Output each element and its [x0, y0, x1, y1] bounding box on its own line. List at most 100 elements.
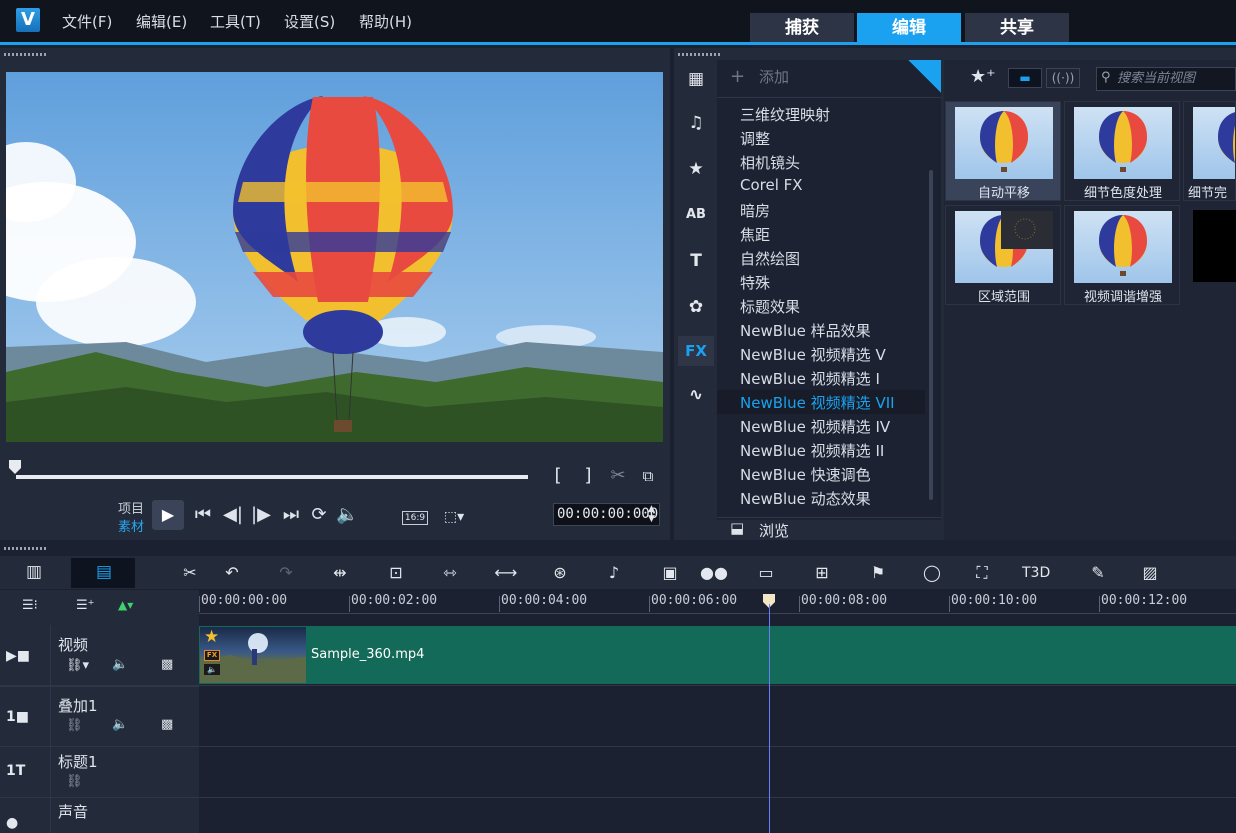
scrub-handle[interactable] [9, 459, 21, 474]
title-icon[interactable]: T [678, 246, 714, 276]
scissors-icon[interactable]: ✂ [606, 464, 630, 488]
link-icon[interactable]: ⛓ [66, 718, 83, 733]
tab-capture[interactable]: 捕获 [750, 13, 854, 43]
menu-file[interactable]: 文件(F) [62, 11, 112, 32]
timecode-field[interactable]: 00:00:00:000 [553, 503, 660, 526]
paint-icon[interactable]: ✎ [1084, 562, 1112, 584]
scrub-bar[interactable] [16, 475, 528, 479]
go-to-start-button[interactable]: ⏮ [192, 503, 214, 527]
panel-grip[interactable] [678, 53, 722, 56]
ripple-edit-icon[interactable]: ▩ [161, 717, 173, 732]
effect-thumbnail[interactable]: 视频调谐增强 [1064, 205, 1180, 305]
category-item[interactable]: Corel FX [740, 176, 803, 194]
multi-camera-icon[interactable]: ▣ [656, 562, 684, 584]
tab-share[interactable]: 共享 [965, 13, 1069, 43]
timecode-stepper[interactable]: ▲ ▼ [648, 504, 655, 524]
panel-grip[interactable] [4, 53, 48, 56]
redo-icon[interactable]: ↷ [272, 562, 300, 584]
link-icon[interactable]: ⛓ [66, 774, 83, 789]
3d-title-icon[interactable]: T3D [1022, 562, 1050, 584]
transition-icon[interactable]: AB [678, 200, 714, 230]
undo-icon[interactable]: ↶ [218, 562, 246, 584]
effect-thumbnail[interactable]: 细节完 [1183, 101, 1236, 201]
project-mode-label[interactable]: 项目 [96, 498, 144, 517]
category-item[interactable]: 焦距 [740, 224, 770, 245]
menu-tools[interactable]: 工具(T) [210, 11, 261, 32]
video-track-icon[interactable]: ▶■ [6, 648, 30, 664]
track-manager-icon[interactable]: ☰⁝ [22, 598, 38, 613]
menu-help[interactable]: 帮助(H) [359, 11, 412, 32]
add-favorite-icon[interactable]: ★⁺ [970, 66, 996, 87]
fit-project-icon[interactable]: ⇹ [326, 562, 354, 584]
category-item[interactable]: 标题效果 [740, 296, 800, 317]
pin-icon[interactable] [908, 60, 941, 93]
category-item[interactable]: 特殊 [740, 272, 770, 293]
volume-icon[interactable]: 🔈 [336, 503, 358, 527]
overlay-track-icon[interactable]: 1■ [6, 709, 29, 725]
effect-thumbnail-black[interactable] [1193, 210, 1236, 282]
browse-icon[interactable]: ⬓ [730, 519, 744, 537]
tab-edit[interactable]: 编辑 [857, 13, 961, 43]
enlarge-preview-icon[interactable]: ⧉ [636, 464, 660, 488]
mark-out-icon[interactable]: ] [578, 464, 598, 488]
mute-icon[interactable]: 🔈 [112, 657, 128, 672]
pan-zoom-icon[interactable]: ⛶ [968, 562, 996, 584]
subtitle-editor-icon[interactable]: ▭ [752, 562, 780, 584]
aspect-ratio-button[interactable]: 16:9 [402, 511, 428, 525]
effect-thumbnail[interactable]: 细节色度处理 [1064, 101, 1180, 201]
category-item[interactable]: NewBlue 视频精选 IV [740, 416, 890, 437]
add-track-icon[interactable]: ☰⁺ [76, 598, 95, 613]
tools-icon[interactable]: ✂ [176, 562, 204, 584]
fit-window-icon[interactable]: ⊡ [382, 562, 410, 584]
freeze-frame-icon[interactable]: ▨ [1136, 562, 1164, 584]
split-screen-icon[interactable]: ⊞ [808, 562, 836, 584]
instant-project-icon[interactable]: ★ [678, 154, 714, 184]
clip-mode-label[interactable]: 素材 [96, 516, 144, 535]
filter-fx-icon[interactable]: FX [678, 336, 714, 366]
category-item[interactable]: NewBlue 视频精选 II [740, 440, 884, 461]
next-frame-button[interactable]: |▶ [250, 503, 272, 527]
effect-thumbnail[interactable]: 区域范围 [945, 205, 1061, 305]
audio-icon[interactable]: ♫ [678, 108, 714, 138]
chapter-marker-icon[interactable]: ▲▾ [118, 598, 133, 612]
add-icon[interactable]: + [730, 66, 745, 87]
menu-settings[interactable]: 设置(S) [284, 11, 335, 32]
voice-track-icon[interactable]: ● [6, 815, 18, 831]
previous-frame-button[interactable]: ◀| [222, 503, 244, 527]
browse-label[interactable]: 浏览 [759, 520, 789, 541]
graphics-icon[interactable]: ✿ [678, 292, 714, 322]
audio-filter-toggle-icon[interactable]: ((·)) [1046, 68, 1080, 88]
crop-select-icon[interactable]: ⬚▾ [440, 505, 468, 529]
timeline-view-icon[interactable]: ▤ [90, 562, 118, 584]
playhead-line[interactable] [769, 604, 770, 833]
category-item[interactable]: 调整 [740, 128, 770, 149]
category-item[interactable]: 相机镜头 [740, 152, 800, 173]
title-track-icon[interactable]: 1T [6, 763, 25, 779]
category-item[interactable]: 自然绘图 [740, 248, 800, 269]
effect-thumbnail-selected[interactable]: 自动平移 [945, 101, 1061, 201]
category-item[interactable]: NewBlue 视频精选 V [740, 344, 886, 365]
menu-edit[interactable]: 编辑(E) [136, 11, 187, 32]
mask-creator-icon[interactable]: ◯ [918, 562, 946, 584]
category-item[interactable]: 三维纹理映射 [740, 104, 830, 125]
category-item[interactable]: NewBlue 动态效果 [740, 488, 871, 509]
blend-icon[interactable]: ●● [700, 562, 728, 584]
video-filter-toggle-icon[interactable]: ▬ [1008, 68, 1042, 88]
audio-mixer-icon[interactable]: ♪ [600, 562, 628, 584]
category-scrollbar[interactable] [929, 170, 933, 500]
search-input[interactable]: 搜索当前视图 [1096, 67, 1236, 91]
repeat-icon[interactable]: ⟳ [308, 503, 330, 527]
record-capture-icon[interactable]: ⊛ [546, 562, 574, 584]
path-icon[interactable]: ∿ [678, 380, 714, 410]
category-item[interactable]: NewBlue 视频精选 I [740, 368, 880, 389]
panel-grip[interactable] [4, 547, 48, 550]
stretch-icon[interactable]: ⟷ [492, 562, 520, 584]
split-icon[interactable]: ⇿ [436, 562, 464, 584]
add-category-label[interactable]: 添加 [759, 66, 789, 87]
category-item[interactable]: 暗房 [740, 200, 770, 221]
go-to-end-button[interactable]: ⏭ [280, 503, 302, 527]
mark-in-icon[interactable]: [ [548, 464, 568, 488]
browse-button[interactable] [717, 517, 941, 541]
motion-tracking-icon[interactable]: ⚑ [864, 562, 892, 584]
category-item[interactable]: NewBlue 样品效果 [740, 320, 871, 341]
